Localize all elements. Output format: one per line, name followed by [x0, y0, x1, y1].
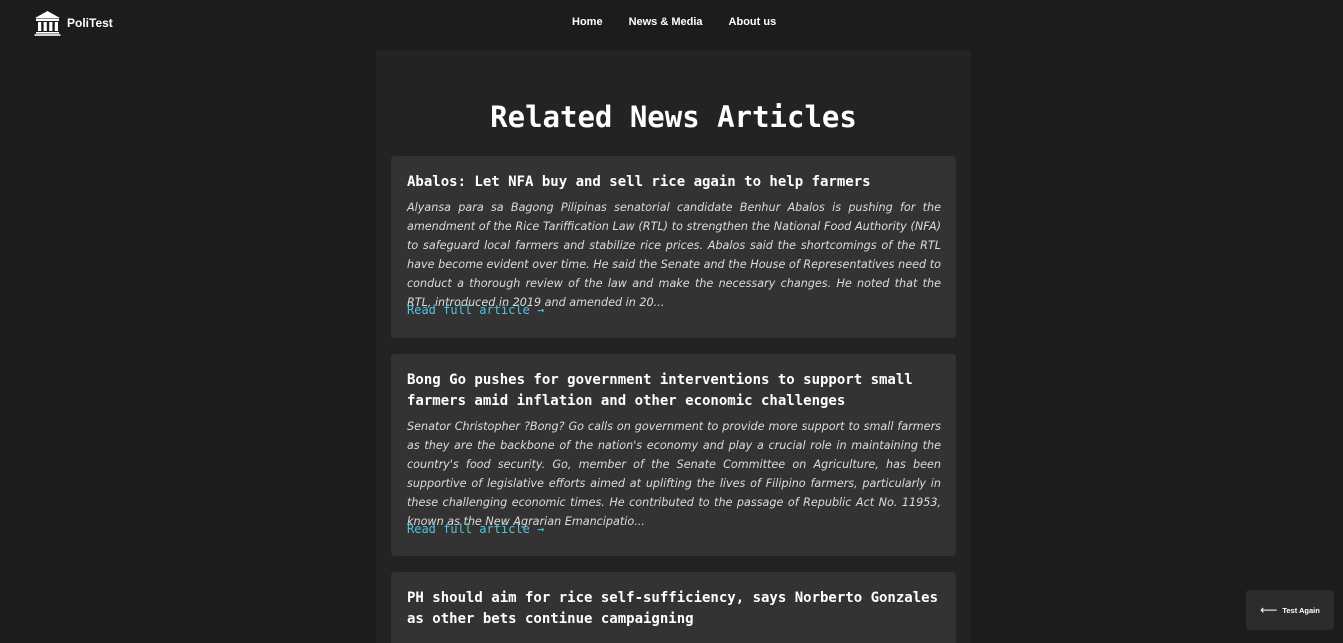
nav-link-news-media[interactable]: News & Media — [629, 16, 703, 28]
brand-name: PoliTest — [67, 16, 113, 30]
page: PoliTest Home News & Media About us Rela… — [0, 0, 1343, 643]
main-nav: Home News & Media About us — [572, 16, 776, 28]
read-full-article-link[interactable]: Read full article → — [407, 303, 544, 317]
test-again-label: Test Again — [1282, 605, 1320, 615]
arrow-left-icon: ⟵ — [1260, 603, 1278, 617]
nav-link-about-us[interactable]: About us — [729, 16, 777, 28]
news-card: PH should aim for rice self-sufficiency,… — [391, 572, 956, 643]
news-card: Abalos: Let NFA buy and sell rice again … — [391, 156, 956, 338]
institution-icon — [34, 11, 61, 36]
page-title: Related News Articles — [490, 100, 857, 134]
news-card-title: Abalos: Let NFA buy and sell rice again … — [407, 174, 871, 190]
navbar: PoliTest Home News & Media About us — [0, 0, 1343, 48]
news-card-description: Senator Christopher ?Bong? Go calls on g… — [407, 420, 941, 528]
test-again-button[interactable]: ⟵ Test Again — [1246, 590, 1334, 630]
news-card-title: Bong Go pushes for government interventi… — [407, 372, 913, 409]
brand-logo-link[interactable]: PoliTest — [34, 10, 113, 36]
news-card-title: PH should aim for rice self-sufficiency,… — [407, 590, 939, 627]
news-card-description: Alyansa para sa Bagong Pilipinas senator… — [407, 201, 941, 309]
nav-link-home[interactable]: Home — [572, 16, 603, 28]
read-full-article-link[interactable]: Read full article → — [407, 522, 544, 536]
news-card: Bong Go pushes for government interventi… — [391, 354, 956, 556]
